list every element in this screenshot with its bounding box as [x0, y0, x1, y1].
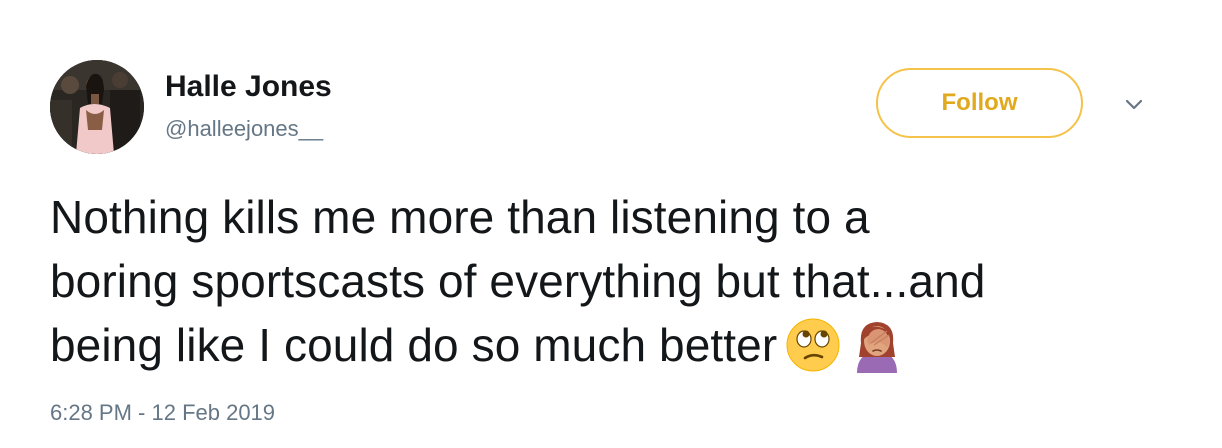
follow-button[interactable]: Follow: [876, 68, 1083, 138]
user-handle[interactable]: @halleejones__: [165, 116, 323, 142]
woman-facepalming-emoji: [857, 321, 898, 373]
display-name[interactable]: Halle Jones: [165, 70, 332, 104]
tweet-text-line-with-emoji: being like I could do so much better: [50, 313, 1180, 377]
face-with-rolling-eyes-emoji: [786, 318, 840, 372]
avatar-image: [50, 60, 144, 154]
tweet-card: Halle Jones @halleejones__ Follow Nothin…: [0, 0, 1222, 448]
chevron-down-icon[interactable]: [1120, 90, 1148, 118]
tweet-timestamp[interactable]: 6:28 PM - 12 Feb 2019: [50, 400, 275, 426]
tweet-text-line: Nothing kills me more than listening to …: [50, 191, 870, 243]
tweet-text: Nothing kills me more than listening to …: [50, 185, 1180, 377]
avatar[interactable]: [50, 60, 144, 154]
tweet-text-line: boring sportscasts of everything but tha…: [50, 255, 986, 307]
tweet-text-line: being like I could do so much better: [50, 319, 778, 371]
